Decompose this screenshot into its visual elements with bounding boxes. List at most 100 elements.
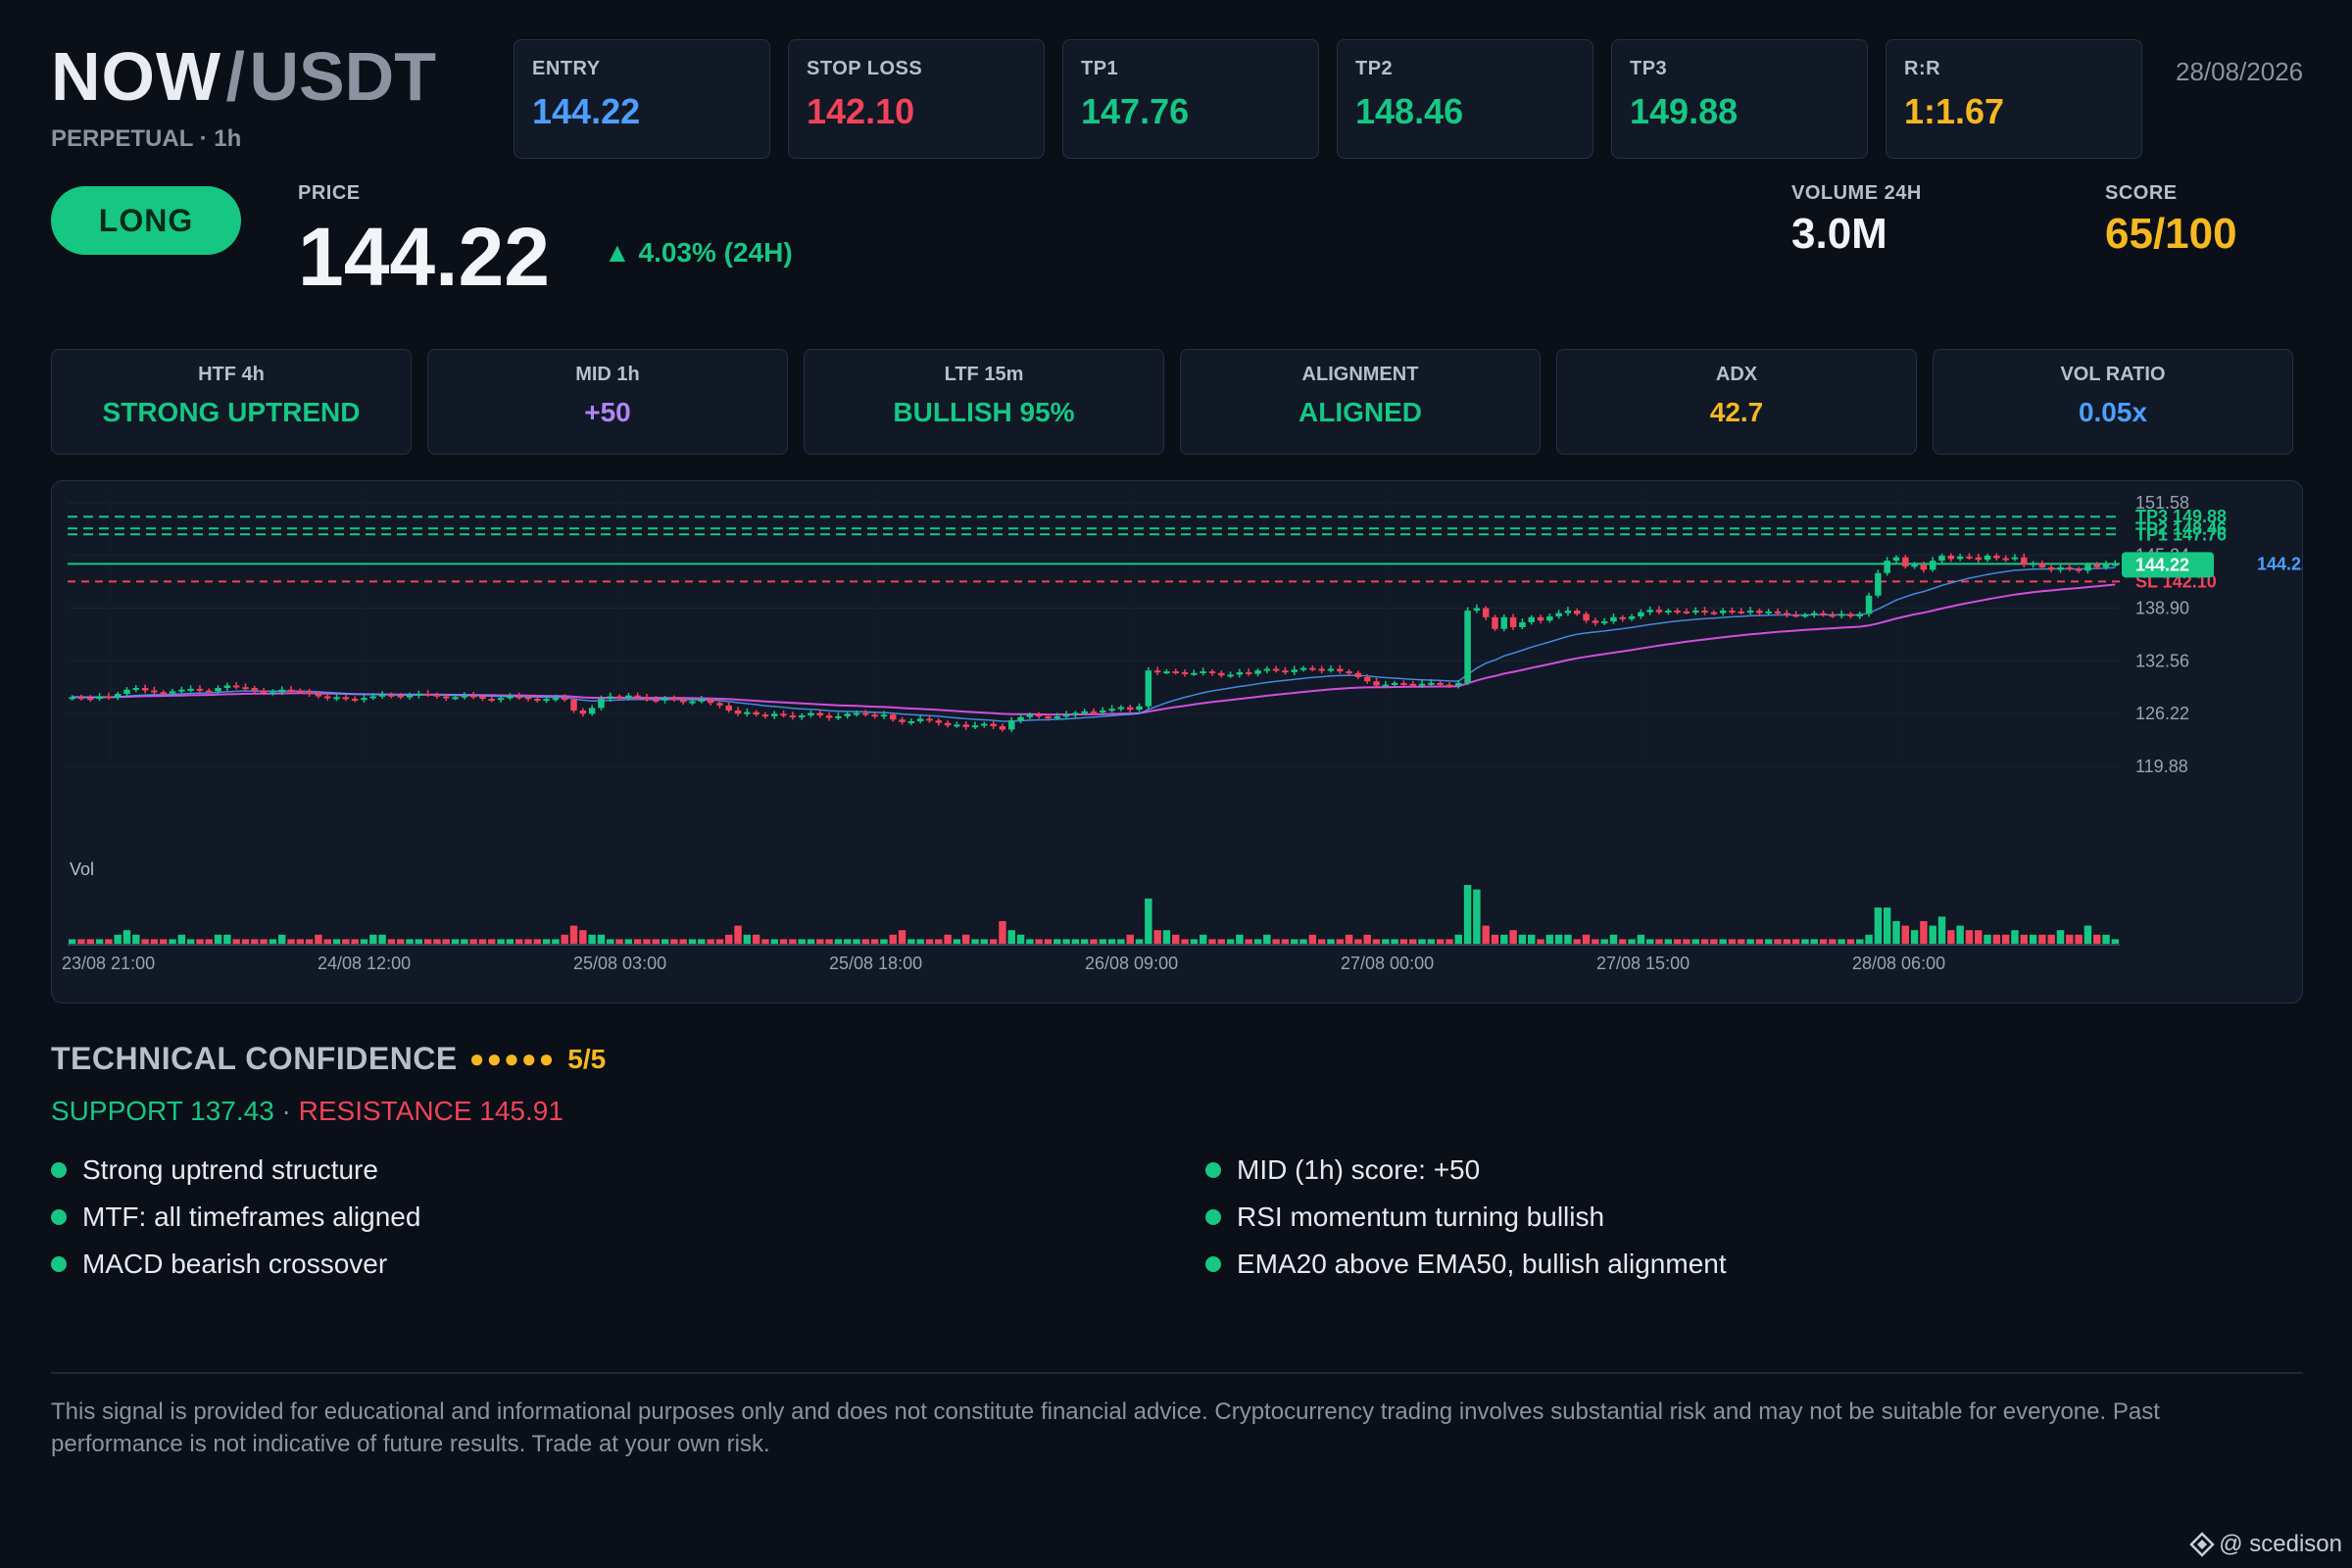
volume-bar	[861, 939, 870, 944]
candle	[1929, 561, 1936, 570]
candle	[625, 695, 632, 699]
volume-bar	[1628, 939, 1636, 944]
quote-symbol: USDT	[249, 38, 436, 115]
volume-bar	[1399, 939, 1408, 944]
candle	[971, 725, 979, 728]
bullet-icon	[51, 1209, 67, 1225]
candle	[862, 712, 869, 715]
level-label: TP3	[1630, 58, 1668, 79]
volume-bar	[652, 939, 661, 944]
candle	[297, 690, 304, 693]
candle	[278, 689, 285, 693]
volume-bar	[752, 934, 760, 944]
price-chart[interactable]: Vol151.58145.24138.90132.56126.22119.88T…	[51, 480, 2303, 1004]
volume-bar	[1016, 934, 1025, 944]
volume-bar	[1126, 934, 1134, 944]
candle	[105, 696, 113, 699]
candle	[588, 708, 596, 714]
level-card-stop-loss: STOP LOSS 142.10	[788, 39, 1045, 159]
candle	[1829, 614, 1837, 617]
candle	[2030, 563, 2036, 565]
direction-badge: LONG	[51, 186, 241, 255]
volume-bar	[1236, 934, 1244, 944]
volume-bar	[1791, 939, 1800, 944]
volume-bar	[1509, 930, 1517, 944]
candle	[1346, 671, 1352, 674]
volume-bar	[1527, 934, 1536, 944]
volume-bar	[624, 939, 633, 944]
volume-bar	[1226, 939, 1235, 944]
volume-bar	[1336, 939, 1345, 944]
pair-title: NOW / USDT	[51, 37, 436, 116]
volume-bar	[880, 939, 888, 944]
volume-bar	[569, 925, 578, 944]
candle	[123, 689, 130, 694]
candle	[753, 711, 760, 715]
volume-bar	[1600, 939, 1608, 944]
candle	[707, 699, 714, 704]
volume-bar	[1856, 939, 1864, 944]
volume-bar	[1035, 939, 1043, 944]
volume-bar	[1746, 939, 1754, 944]
candle	[1765, 611, 1772, 613]
volume-bar	[277, 934, 286, 944]
volume-bar	[423, 939, 432, 944]
volume-bar	[1500, 934, 1508, 944]
candle	[1272, 668, 1280, 671]
candle	[1437, 682, 1444, 685]
volume-bar	[1217, 939, 1226, 944]
candle	[333, 697, 340, 700]
level-label: TP1	[1081, 58, 1119, 79]
volume-bar	[305, 939, 314, 944]
candle	[1446, 684, 1453, 687]
reason-item: RSI momentum turning bullish	[1205, 1201, 1604, 1233]
candle	[388, 694, 395, 697]
candle	[1701, 611, 1708, 613]
candle	[2066, 566, 2074, 569]
ema20-line	[72, 566, 2116, 722]
volume-bar	[1418, 939, 1426, 944]
candle	[662, 698, 668, 701]
candle	[962, 724, 969, 727]
candle	[552, 698, 560, 701]
candle	[1373, 681, 1380, 686]
price-label: PRICE	[298, 182, 361, 204]
volume-bar	[1892, 920, 1900, 944]
volume-bar	[1937, 916, 1946, 944]
volume-bar	[77, 939, 85, 944]
volume-bar	[661, 939, 669, 944]
level-value: 142.10	[807, 91, 915, 131]
candle	[1136, 706, 1143, 710]
tf-label: LTF 15m	[944, 364, 1024, 385]
score-value: 65/100	[2105, 210, 2237, 258]
candle	[1665, 611, 1672, 613]
candle	[871, 714, 878, 717]
candle	[1619, 616, 1627, 619]
volume-bar	[779, 939, 788, 944]
volume-bar	[478, 939, 487, 944]
volume-bar	[889, 934, 897, 944]
candle	[1337, 668, 1344, 672]
candle	[1892, 557, 1900, 562]
candle	[1683, 611, 1690, 613]
volume-bar	[643, 939, 651, 944]
volume-bar	[615, 939, 623, 944]
volume-bar	[251, 939, 259, 944]
candle	[1145, 670, 1152, 707]
volume-bar	[1253, 939, 1262, 944]
candle	[1163, 671, 1170, 674]
volume-bar	[597, 934, 606, 944]
tf-value: 42.7	[1709, 397, 1764, 427]
volume-bar	[1044, 939, 1053, 944]
volume-bar	[870, 939, 879, 944]
candle	[1409, 683, 1416, 686]
volume-bar	[725, 934, 733, 944]
volume-bar	[1582, 934, 1591, 944]
volume-bar	[68, 939, 76, 944]
candle	[1564, 611, 1572, 613]
candle	[1902, 557, 1909, 567]
support-level: SUPPORT 137.43	[51, 1096, 274, 1126]
candle	[634, 695, 641, 698]
candle	[1382, 684, 1390, 687]
candle	[1938, 555, 1945, 562]
